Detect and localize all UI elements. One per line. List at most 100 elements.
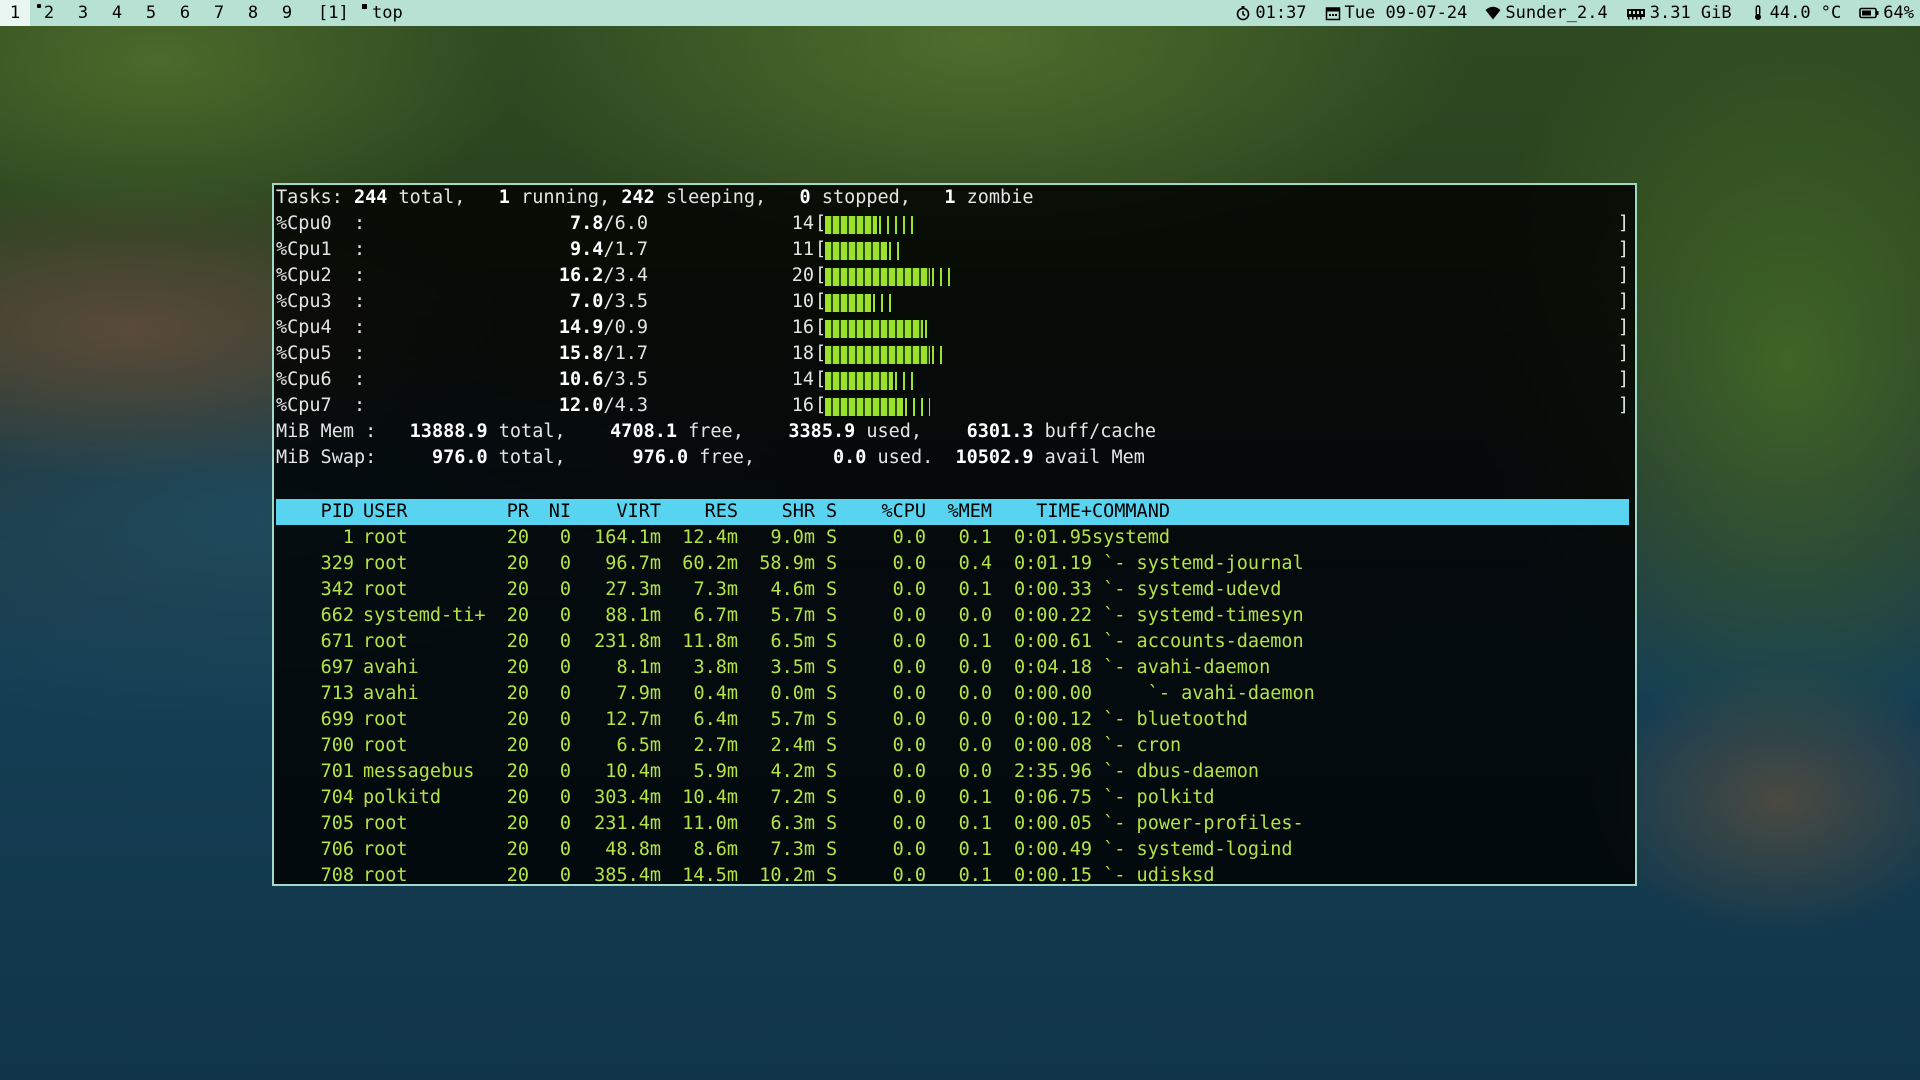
process-ni: 0 — [559, 631, 571, 652]
process-pid: 671 — [320, 631, 354, 652]
cpu-values: 16.2/3.4 — [274, 263, 648, 289]
process-table-header[interactable]: PID USER PR NI VIRT RES SHR S %CPU %MEM … — [276, 499, 1629, 525]
col-res[interactable]: RES — [661, 499, 738, 525]
process-row[interactable]: 701 messagebus 20 0 10.4m 5.9m 4.2m S 0.0 0.0 2:35… — [276, 759, 1629, 785]
col-cpu[interactable]: %CPU — [844, 499, 926, 525]
mem-used-label: used, — [866, 421, 923, 442]
process-cpu: 0.0 — [892, 553, 926, 574]
workspace-7[interactable]: 7 — [204, 0, 234, 26]
clock-widget[interactable]: 01:37 — [1235, 0, 1307, 26]
cpu-row: %Cpu2 :16.2/3.4 20[] — [274, 263, 1634, 289]
ram-icon — [1626, 9, 1645, 20]
workspace-4[interactable]: 4 — [102, 0, 132, 26]
process-pid: 699 — [320, 709, 354, 730]
col-mem[interactable]: %MEM — [926, 499, 992, 525]
process-cmd: `- accounts-daemon — [1092, 631, 1304, 652]
process-time: 0:00.15 — [1014, 865, 1092, 886]
process-cmd: `- cron — [1092, 735, 1182, 756]
col-shr[interactable]: SHR — [738, 499, 815, 525]
workspace-3[interactable]: 3 — [68, 0, 98, 26]
window-count: [1] — [318, 3, 349, 23]
process-pr: 20 — [506, 657, 529, 678]
date-widget[interactable]: Tue 09-07-24 — [1325, 0, 1467, 26]
process-cpu: 0.0 — [892, 631, 926, 652]
tasks-summary: Tasks: 244 total, 1 running, 242 sleepin… — [276, 185, 1033, 211]
process-cmd: `- systemd-udevd — [1092, 579, 1282, 600]
wifi-icon — [1485, 6, 1501, 20]
cpu-row: %Cpu5 :15.8/1.7 18[] — [274, 341, 1634, 367]
wifi-widget[interactable]: Sunder_2.4 — [1485, 0, 1608, 26]
process-mem: 0.0 — [958, 657, 992, 678]
process-virt: 27.3m — [605, 579, 661, 600]
col-virt[interactable]: VIRT — [571, 499, 661, 525]
process-cmd: `- avahi-daemon — [1092, 683, 1315, 704]
process-row[interactable]: 342 root 20 0 27.3m 7.3m 4.6m S 0.0 0.1 0:00.33 `-… — [276, 577, 1629, 603]
process-row[interactable]: 705 root 20 0 231.4m 11.0m 6.3m S 0.0 0.1 0:00.05 … — [276, 811, 1629, 837]
cpu-separator: / — [603, 239, 615, 260]
swap-label: MiB Swap: — [276, 447, 377, 468]
process-s: S — [826, 631, 838, 652]
process-pr: 20 — [506, 683, 529, 704]
process-row[interactable]: 704 polkitd 20 0 303.4m 10.4m 7.2m S 0.0 0.1 0:06.… — [276, 785, 1629, 811]
process-row[interactable]: 706 root 20 0 48.8m 8.6m 7.3m S 0.0 0.1 0:00.49 `-… — [276, 837, 1629, 863]
tasks-sleeping: 242 — [621, 187, 655, 208]
process-row[interactable]: 329 root 20 0 96.7m 60.2m 58.9m S 0.0 0.4 0:01.19 … — [276, 551, 1629, 577]
process-row[interactable]: 699 root 20 0 12.7m 6.4m 5.7m S 0.0 0.0 0:00.12 `-… — [276, 707, 1629, 733]
cpu-user: 14.9 — [558, 317, 604, 338]
col-s[interactable]: S — [826, 499, 837, 525]
process-pid: 662 — [320, 605, 354, 626]
clock-icon — [1237, 6, 1250, 21]
cpu-percent: 16 — [791, 395, 814, 416]
temperature-widget[interactable]: 44.0 °C — [1750, 0, 1841, 26]
process-virt: 88.1m — [605, 605, 661, 626]
process-virt: 231.8m — [594, 631, 661, 652]
process-row[interactable]: 1 root 20 0 164.1m 12.4m 9.0m S 0.0 0.1 0:01.95 sys… — [276, 525, 1629, 551]
col-time[interactable]: TIME+ — [992, 499, 1092, 525]
process-mem: 0.1 — [958, 579, 992, 600]
memory-widget[interactable]: 3.31 GiB — [1626, 0, 1732, 26]
workspace-8[interactable]: 8 — [238, 0, 268, 26]
cpu-values: 7.0/3.5 — [274, 289, 648, 315]
clock-text: 01:37 — [1255, 3, 1307, 23]
process-mem: 0.4 — [958, 553, 992, 574]
process-pid: 700 — [320, 735, 354, 756]
process-shr: 4.2m — [770, 761, 815, 782]
process-user: root — [363, 553, 408, 574]
process-mem: 0.0 — [958, 683, 992, 704]
workspace-1[interactable]: 1 — [0, 0, 30, 26]
process-row[interactable]: 662 systemd-ti+ 20 0 88.1m 6.7m 5.7m S 0.0 0.0 0:0… — [276, 603, 1629, 629]
mem-buff-label: buff/cache — [1044, 421, 1156, 442]
col-pid[interactable]: PID — [276, 499, 354, 525]
process-row[interactable]: 708 root 20 0 385.4m 14.5m 10.2m S 0.0 0.1 0:00.15… — [276, 863, 1629, 889]
process-pr: 20 — [506, 709, 529, 730]
workspace-2[interactable]: 2 — [34, 0, 64, 26]
process-user: root — [363, 709, 408, 730]
process-cpu: 0.0 — [892, 761, 926, 782]
process-row[interactable]: 700 root 20 0 6.5m 2.7m 2.4m S 0.0 0.0 0:00.08 `- … — [276, 733, 1629, 759]
tasks-sleeping-label: sleeping, — [665, 187, 767, 208]
process-time: 0:00.08 — [1014, 735, 1092, 756]
process-row[interactable]: 713 avahi 20 0 7.9m 0.4m 0.0m S 0.0 0.0 0:00.00 `-… — [276, 681, 1629, 707]
process-res: 11.8m — [682, 631, 738, 652]
process-row[interactable]: 697 avahi 20 0 8.1m 3.8m 3.5m S 0.0 0.0 0:04.18 `-… — [276, 655, 1629, 681]
cpu-sys: 6.0 — [614, 213, 648, 234]
avail-mem: 10502.9 — [955, 447, 1034, 468]
swap-total-label: total, — [498, 447, 566, 468]
process-res: 6.7m — [693, 605, 738, 626]
battery-widget[interactable]: 64% — [1859, 0, 1914, 26]
cpu-user: 10.6 — [558, 369, 604, 390]
process-res: 0.4m — [693, 683, 738, 704]
workspace-5[interactable]: 5 — [136, 0, 166, 26]
workspace-9[interactable]: 9 — [272, 0, 302, 26]
workspace-6[interactable]: 6 — [170, 0, 200, 26]
terminal-window[interactable]: Tasks: 244 total, 1 running, 242 sleepin… — [272, 183, 1637, 886]
col-command[interactable]: COMMAND — [1092, 499, 1170, 525]
col-user[interactable]: USER — [363, 499, 408, 525]
process-row[interactable]: 671 root 20 0 231.8m 11.8m 6.5m S 0.0 0.1 0:00.61 … — [276, 629, 1629, 655]
cpu-row: %Cpu0 :7.8/6.0 14[] — [274, 211, 1634, 237]
col-ni[interactable]: NI — [529, 499, 571, 525]
process-user: root — [363, 865, 408, 886]
cpu-values: 9.4/1.7 — [274, 237, 648, 263]
col-pr[interactable]: PR — [486, 499, 529, 525]
cpu-bar-user — [825, 398, 903, 416]
